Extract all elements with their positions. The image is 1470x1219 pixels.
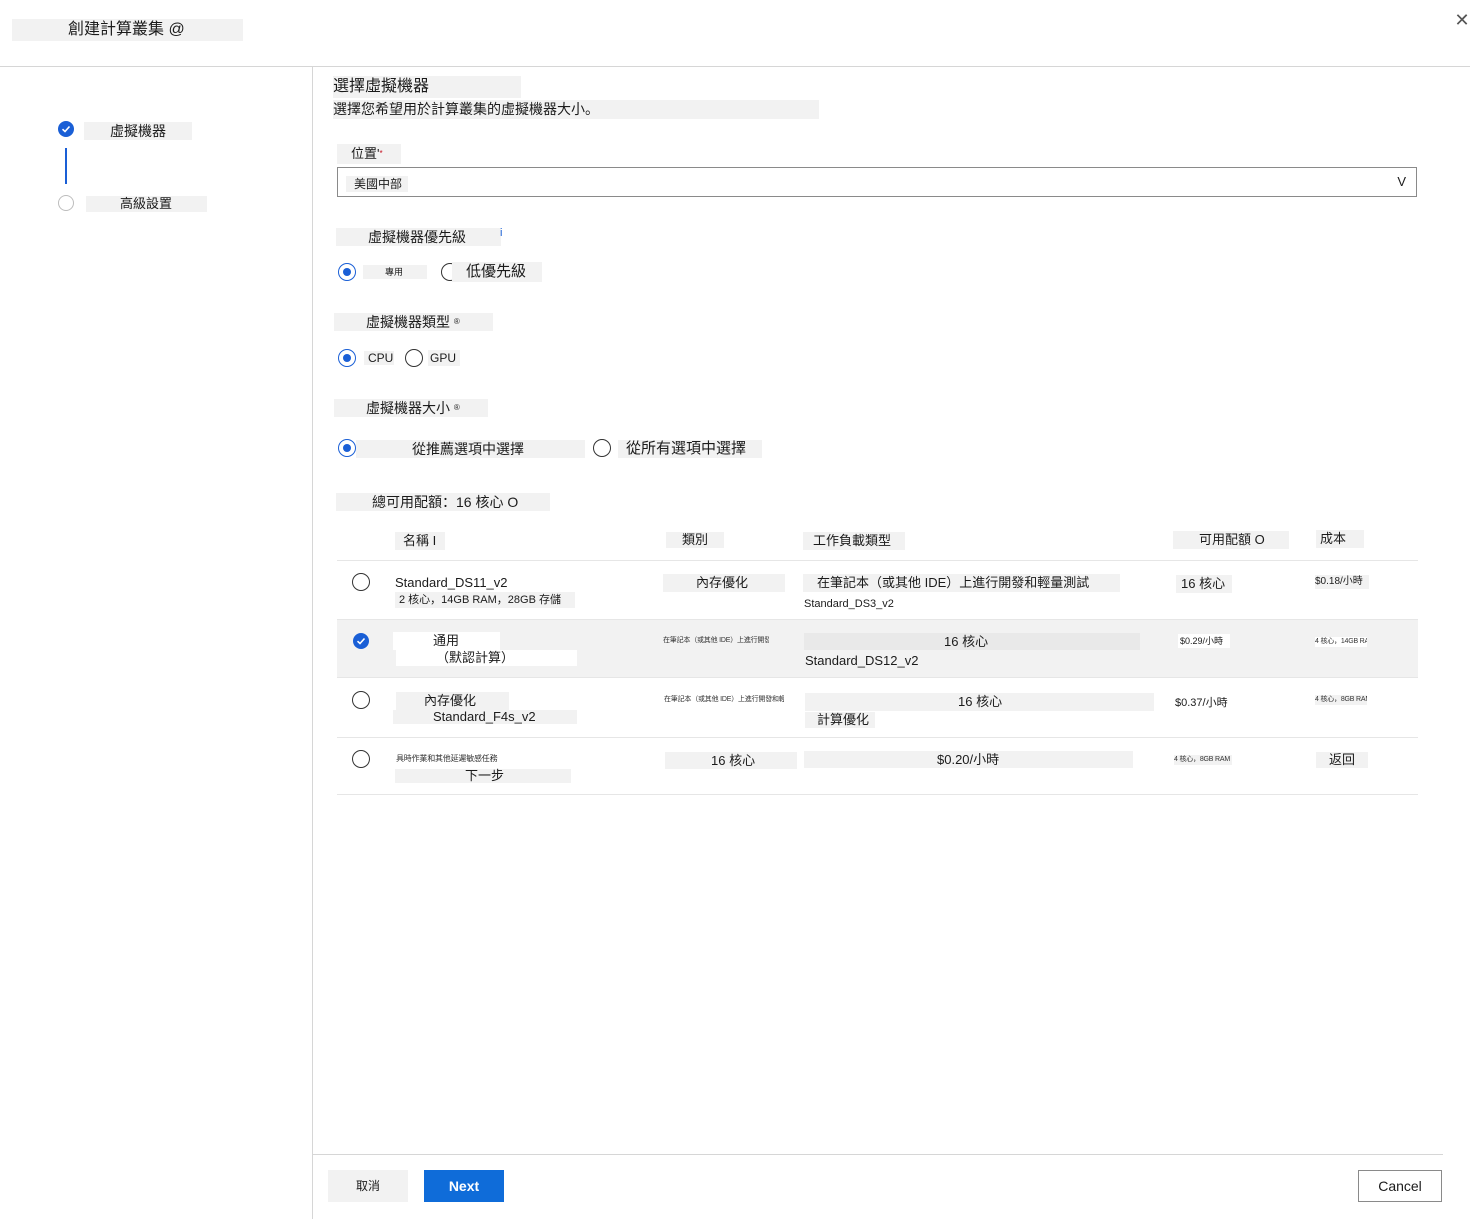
- cancel-cn-button[interactable]: 取消: [328, 1170, 408, 1202]
- row-2-cost: 4 核心，14GB RAM，28GB 存儲: [1315, 637, 1367, 647]
- step-pending-circle-icon: [58, 195, 74, 211]
- priority-low-label: 低優先級: [452, 262, 542, 282]
- vm-size-label: 虛擬機器大小 ®: [334, 399, 488, 417]
- row-divider: [337, 677, 1418, 678]
- row-4-spec: 下一步: [395, 769, 571, 783]
- info-icon[interactable]: ®: [454, 317, 460, 326]
- chevron-down-icon: V: [1397, 174, 1406, 189]
- vm-size-all-label: 從所有選項中選擇: [618, 440, 762, 458]
- col-quota-header[interactable]: 可用配額 O: [1173, 531, 1289, 549]
- vm-type-cpu-radio[interactable]: [338, 349, 356, 367]
- row-3-quota: $0.37/小時: [1175, 697, 1228, 709]
- vm-size-recommended-label: 從推薦選項中選擇: [356, 440, 585, 458]
- row-1-select-radio[interactable]: [352, 573, 370, 591]
- row-3-select-radio[interactable]: [352, 691, 370, 709]
- row-1-name[interactable]: Standard_DS11_v2: [395, 574, 508, 592]
- row-3-cost: 4 核心，8GB RAM，32GB 存儲: [1315, 695, 1367, 705]
- row-1-workload: 在筆記本（或其他 IDE）上進行開發和輕量測試: [803, 574, 1120, 592]
- step-done-check-icon: [58, 121, 74, 137]
- col-name-header[interactable]: 名稱 I: [395, 532, 445, 550]
- location-value: 美國中部: [346, 176, 409, 192]
- vm-type-label: 虛擬機器類型 ®: [334, 313, 493, 331]
- row-2-category: 在筆記本（或其他 IDE）上進行開發和輕量測試: [663, 637, 769, 644]
- location-label: 位置'*: [337, 144, 401, 164]
- info-icon[interactable]: ®: [454, 403, 460, 412]
- dialog-title-text: 創建計算叢集 @: [68, 21, 185, 38]
- row-1-workload-sub: Standard_DS3_v2: [804, 598, 894, 610]
- priority-label: 虛擬機器優先級: [336, 228, 501, 246]
- total-quota: 總可用配額：16 核心 O: [336, 493, 550, 511]
- row-4-workload: $0.20/小時: [804, 751, 1133, 768]
- row-2-workload: 16 核心: [804, 633, 1140, 650]
- dialog-title: 創建計算叢集 @: [12, 19, 243, 41]
- row-2-name[interactable]: 通用: [393, 632, 500, 650]
- section-heading: 選擇虛擬機器: [333, 76, 521, 98]
- header-divider: [0, 66, 1470, 67]
- step-vm[interactable]: 虛擬機器: [84, 122, 192, 140]
- vm-size-all-radio[interactable]: [593, 439, 611, 457]
- step-advanced-label: 高級設置: [120, 196, 173, 211]
- close-icon[interactable]: ✕: [1452, 10, 1470, 30]
- row-divider: [337, 737, 1418, 738]
- row-3-category: 在筆記本（或其他 IDE）上進行開發和輕量測試: [664, 696, 784, 703]
- vm-size-recommended-radio[interactable]: [338, 439, 356, 457]
- row-4-cost[interactable]: 返回: [1316, 752, 1368, 768]
- priority-dedicated-radio[interactable]: [338, 263, 356, 281]
- col-cost-header[interactable]: 成本: [1316, 530, 1364, 548]
- vm-type-cpu-label: CPU: [364, 351, 394, 365]
- row-2-quota: $0.29/小時: [1178, 634, 1230, 648]
- row-3-workload-sub: 計算優化: [805, 712, 875, 728]
- sidebar-divider: [312, 67, 313, 1219]
- row-2-spec: （默認計算）: [396, 650, 577, 666]
- step-connector: [65, 148, 67, 184]
- row-4-quota: 4 核心，8GB RAM: [1174, 755, 1232, 765]
- row-1-spec: 2 核心，14GB RAM，28GB 存儲: [395, 592, 575, 608]
- step-advanced[interactable]: 高級設置: [86, 196, 207, 212]
- step-vm-label: 虛擬機器: [110, 123, 166, 139]
- vm-type-gpu-radio[interactable]: [405, 349, 423, 367]
- row-1-category: 內存優化: [663, 574, 785, 592]
- row-3-workload: 16 核心: [805, 693, 1154, 711]
- col-category-header[interactable]: 類別: [666, 532, 724, 548]
- cancel-button[interactable]: Cancel: [1358, 1170, 1442, 1202]
- row-4-select-radio[interactable]: [352, 750, 370, 768]
- row-2-workload-sub: Standard_DS12_v2: [805, 653, 919, 668]
- row-1-quota: 16 核心: [1176, 575, 1232, 593]
- section-description: 選擇您希望用於計算叢集的虛擬機器大小。: [333, 100, 819, 119]
- footer-divider: [313, 1154, 1443, 1155]
- row-divider: [337, 794, 1418, 795]
- priority-dedicated-label: 專用: [363, 265, 427, 279]
- row-3-spec: Standard_F4s_v2: [393, 710, 577, 724]
- col-workload-header[interactable]: 工作負載類型: [803, 532, 905, 550]
- next-button[interactable]: Next: [424, 1170, 504, 1202]
- row-4-category: 16 核心: [665, 752, 797, 769]
- row-4-name[interactable]: 具時作業和其他延遲敏感任務: [396, 754, 516, 764]
- row-3-name[interactable]: 內存優化: [396, 692, 509, 710]
- row-1-cost: $0.18/小時: [1315, 575, 1369, 589]
- info-icon[interactable]: i: [500, 227, 502, 239]
- row-2-check-icon[interactable]: [353, 633, 369, 649]
- location-dropdown[interactable]: 美國中部 V: [337, 167, 1417, 197]
- header-row-divider: [337, 560, 1418, 561]
- vm-type-gpu-label: GPU: [428, 350, 460, 366]
